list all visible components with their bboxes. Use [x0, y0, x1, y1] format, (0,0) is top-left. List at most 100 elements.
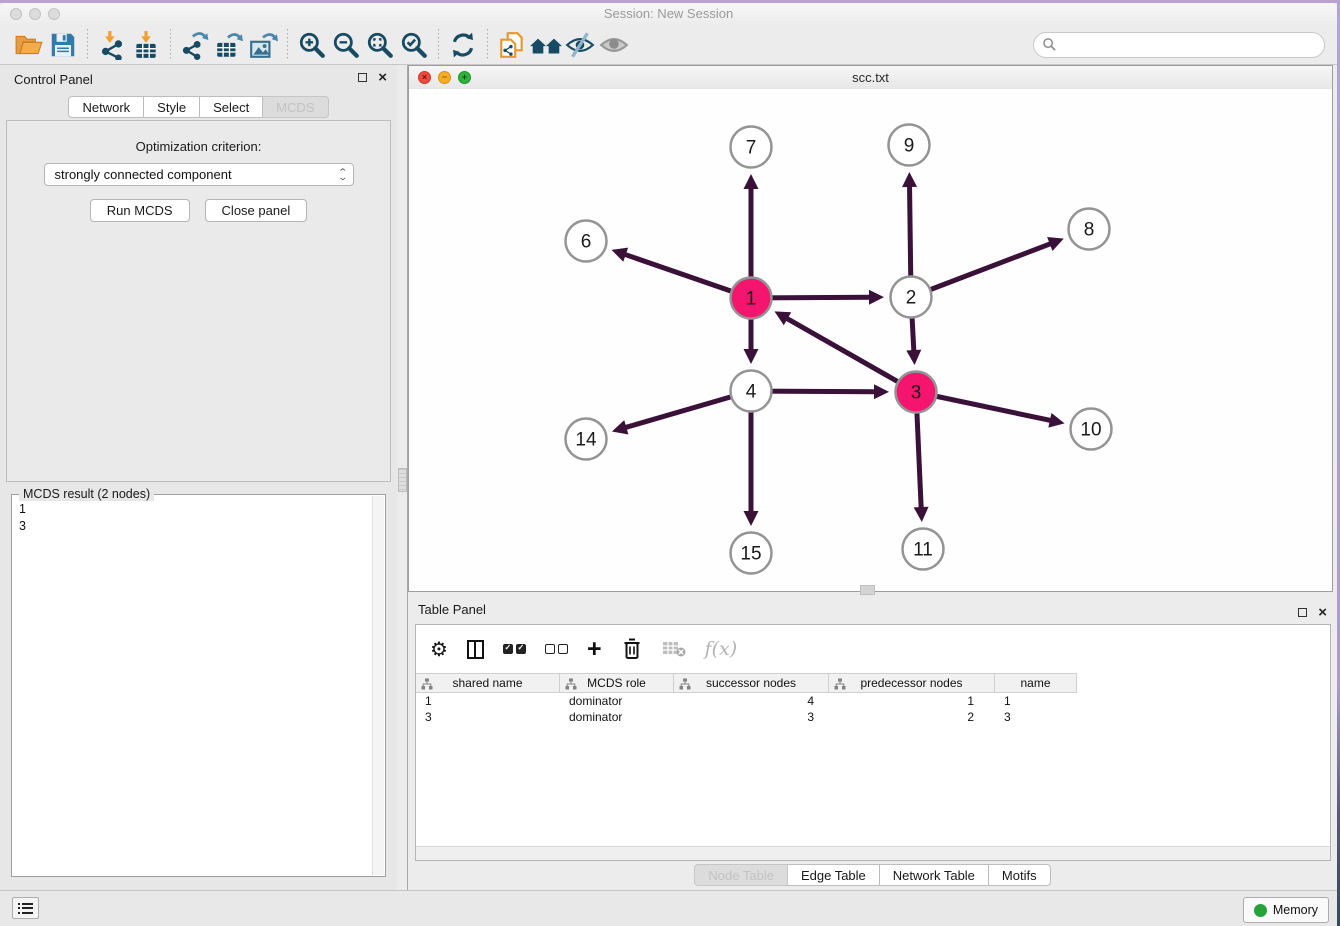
open-session-button[interactable] [12, 29, 46, 61]
table-panel-header: Table Panel × [408, 600, 1337, 622]
cell-shared-name[interactable]: 1 [416, 693, 560, 709]
tab-style[interactable]: Style [144, 96, 200, 118]
first-neighbors-button[interactable] [529, 29, 563, 61]
zoom-fit-button[interactable] [363, 29, 397, 61]
export-network-icon [180, 30, 210, 60]
zoom-selected-button[interactable] [397, 29, 431, 61]
graph-node[interactable]: 3 [896, 372, 937, 413]
graph-edge[interactable] [911, 237, 1064, 297]
horizontal-splitter[interactable] [408, 592, 1337, 600]
hide-selected-button[interactable] [563, 29, 597, 61]
vertical-splitter-handle[interactable] [398, 468, 407, 492]
export-image-icon [248, 30, 278, 60]
zoom-out-button[interactable] [329, 29, 363, 61]
graph-edge[interactable] [612, 391, 751, 434]
cell-shared-name[interactable]: 3 [416, 709, 560, 725]
graph-node[interactable]: 14 [566, 419, 607, 460]
refresh-button[interactable] [446, 29, 480, 61]
cell-successor-nodes[interactable]: 3 [674, 709, 829, 725]
tab-network-table[interactable]: Network Table [880, 864, 989, 886]
cell-predecessor-nodes[interactable]: 1 [829, 693, 995, 709]
mcds-result-text[interactable]: 1 3 [12, 495, 385, 535]
table-row[interactable]: 1 dominator 4 1 1 [416, 693, 1077, 709]
tab-node-table[interactable]: Node Table [694, 864, 788, 886]
graph-edge[interactable] [916, 392, 1065, 428]
graph-node[interactable]: 2 [891, 277, 932, 318]
refresh-icon [448, 30, 478, 60]
hierarchy-icon [565, 678, 577, 690]
tab-edge-table[interactable]: Edge Table [788, 864, 880, 886]
gear-icon: ⚙ [430, 637, 448, 662]
result-line: 1 [19, 501, 385, 518]
graph-node[interactable]: 11 [903, 529, 944, 570]
list-icon [18, 912, 38, 914]
table-settings-button[interactable]: ⚙ [430, 637, 448, 662]
close-panel-icon[interactable]: × [378, 73, 387, 82]
column-header-mcds-role[interactable]: MCDS role [560, 674, 674, 692]
table-horizontal-scrollbar[interactable] [416, 846, 1330, 860]
close-panel-button[interactable]: Close panel [205, 199, 308, 222]
cell-name[interactable]: 3 [995, 709, 1077, 725]
zoom-in-button[interactable] [295, 29, 329, 61]
graph-node[interactable]: 9 [889, 125, 930, 166]
delete-table-button[interactable] [662, 639, 686, 659]
export-table-icon [214, 30, 244, 60]
graph-node[interactable]: 1 [731, 278, 772, 319]
graph-edge[interactable] [774, 311, 916, 392]
function-builder-button[interactable]: f(x) [705, 638, 738, 660]
copy-style-button[interactable] [495, 29, 529, 61]
export-image-button[interactable] [246, 29, 280, 61]
control-panel-title: Control Panel [14, 72, 93, 87]
import-network-button[interactable] [95, 29, 129, 61]
unselect-all-button[interactable] [545, 644, 568, 654]
search-input[interactable] [1063, 36, 1316, 53]
cell-mcds-role[interactable]: dominator [560, 709, 674, 725]
export-network-button[interactable] [178, 29, 212, 61]
graph-node[interactable]: 4 [731, 371, 772, 412]
show-all-button[interactable] [597, 29, 631, 61]
network-canvas[interactable]: 1 2 3 4 6 7 8 9 10 11 14 15 [409, 89, 1332, 591]
graph-node[interactable]: 10 [1071, 409, 1112, 450]
float-panel-icon[interactable] [358, 73, 367, 82]
tab-select[interactable]: Select [200, 96, 263, 118]
vertical-splitter[interactable] [397, 65, 408, 890]
unchecked-box-icon [558, 644, 568, 654]
close-table-panel-icon[interactable]: × [1318, 608, 1327, 617]
cell-successor-nodes[interactable]: 4 [674, 693, 829, 709]
select-all-button[interactable] [503, 644, 526, 654]
graph-node[interactable]: 15 [731, 533, 772, 574]
cell-name[interactable]: 1 [995, 693, 1077, 709]
cell-mcds-role[interactable]: dominator [560, 693, 674, 709]
import-table-button[interactable] [129, 29, 163, 61]
network-window-titlebar[interactable]: × − + scc.txt [409, 66, 1332, 90]
svg-text:3: 3 [911, 383, 922, 404]
list-icon [18, 907, 38, 909]
delete-row-button[interactable] [621, 637, 643, 661]
run-mcds-button[interactable]: Run MCDS [90, 199, 190, 222]
graph-node[interactable]: 8 [1069, 209, 1110, 250]
column-header-predecessor-nodes[interactable]: predecessor nodes [829, 674, 995, 692]
export-table-button[interactable] [212, 29, 246, 61]
column-header-name[interactable]: name [995, 674, 1077, 692]
horizontal-splitter-handle[interactable] [860, 585, 875, 595]
tab-motifs[interactable]: Motifs [989, 864, 1051, 886]
add-row-button[interactable]: + [587, 639, 602, 659]
search-field[interactable] [1033, 32, 1325, 58]
memory-button[interactable]: Memory [1243, 897, 1329, 923]
show-columns-button[interactable] [467, 640, 484, 659]
save-session-button[interactable] [46, 29, 80, 61]
graph-node[interactable]: 6 [566, 221, 607, 262]
graph-edge[interactable] [612, 248, 751, 298]
svg-text:7: 7 [746, 138, 757, 159]
column-header-shared-name[interactable]: shared name [416, 674, 560, 692]
criterion-select[interactable]: strongly connected component ⌃⌄ [44, 163, 354, 186]
cell-predecessor-nodes[interactable]: 2 [829, 709, 995, 725]
graph-node[interactable]: 7 [731, 127, 772, 168]
column-header-successor-nodes[interactable]: successor nodes [674, 674, 829, 692]
result-scrollbar[interactable] [372, 496, 384, 875]
table-row[interactable]: 3 dominator 3 2 3 [416, 709, 1077, 725]
tab-network[interactable]: Network [68, 96, 144, 118]
tab-mcds[interactable]: MCDS [263, 96, 328, 118]
float-table-panel-icon[interactable] [1298, 608, 1307, 617]
task-history-button[interactable] [12, 897, 39, 919]
